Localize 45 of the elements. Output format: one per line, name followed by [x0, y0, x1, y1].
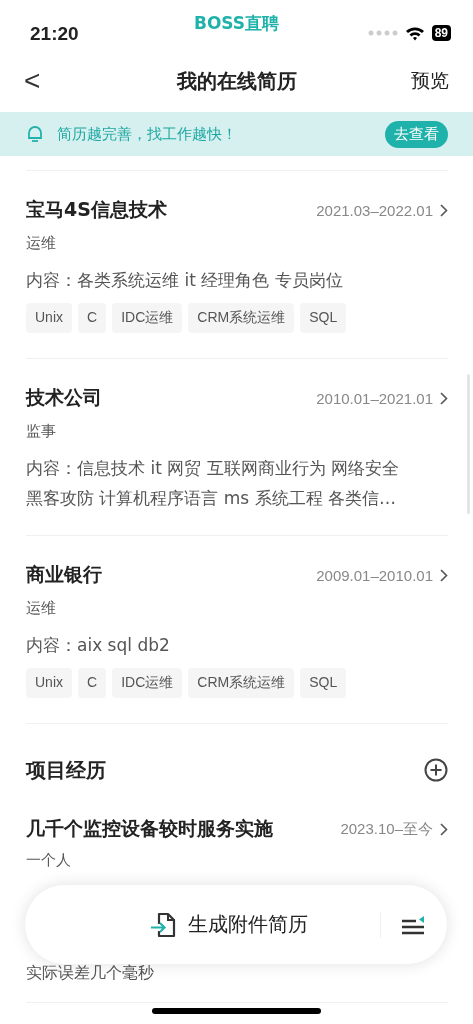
job-role: 运维 [26, 233, 57, 254]
preview-button[interactable]: 预览 [411, 68, 449, 94]
skill-tag: CRM系统运维 [188, 303, 295, 333]
skill-tag: Unix [26, 668, 72, 698]
skill-tag: SQL [300, 303, 347, 333]
job-description: 内容：各类系统运维 it 经理角色 专员岗位 [26, 269, 344, 292]
skill-tag: C [78, 668, 107, 698]
project-description: 实际误差几个毫秒 [26, 964, 155, 982]
view-button[interactable]: 去查看 [385, 120, 448, 148]
job-role: 监事 [26, 421, 57, 442]
work-period[interactable]: 2010.01–2021.01 [316, 389, 433, 407]
signal-icon [367, 30, 398, 36]
skill-tag: CRM系统运维 [188, 668, 295, 698]
job-description: 内容：信息技术 it 网贸 互联网商业行为 网络安全黑客攻防 计算机程序语言 ms 系统工程 各类信… [26, 457, 400, 510]
company-name: 宝马4S信息技术 [26, 197, 167, 222]
chevron-icon [440, 203, 448, 217]
job-role: 运维 [26, 598, 57, 619]
company-name: 商业银行 [26, 562, 102, 587]
skill-tag: IDC运维 [112, 303, 183, 333]
project-role: 一个人 [26, 850, 72, 871]
chevron-icon [440, 822, 448, 836]
back-button[interactable]: < [18, 65, 47, 97]
tip-text: 简历越完善，找工作越快！ [57, 124, 237, 144]
section-title: 项目经历 [26, 756, 106, 784]
work-period[interactable]: 2009.01–2010.01 [316, 566, 433, 584]
work-period[interactable]: 2021.03–2022.01 [316, 201, 433, 219]
skill-tag: Unix [26, 303, 72, 333]
job-description: 内容：aix sql db2 [26, 634, 171, 657]
project-period[interactable]: 2023.10–至今 [340, 819, 433, 839]
wifi-icon [404, 25, 425, 41]
status-time: 21:20 [30, 23, 79, 45]
app-name: BOSS直聘 [193, 12, 280, 35]
menu-icon[interactable] [401, 913, 425, 936]
page-title: 我的在线简历 [176, 67, 297, 95]
generate-resume-button[interactable]: 生成附件简历 [150, 909, 308, 940]
skill-tag: IDC运维 [112, 668, 183, 698]
bell-icon [27, 125, 43, 143]
battery-level: 89 [431, 25, 451, 41]
company-name: 技术公司 [26, 385, 102, 410]
add-icon[interactable] [424, 758, 448, 782]
chevron-icon [440, 568, 448, 582]
skill-tag: C [78, 303, 107, 333]
chevron-icon [440, 391, 448, 405]
skill-tag: SQL [300, 668, 347, 698]
project-name: 几千个监控设备较时服务实施 [26, 816, 273, 841]
